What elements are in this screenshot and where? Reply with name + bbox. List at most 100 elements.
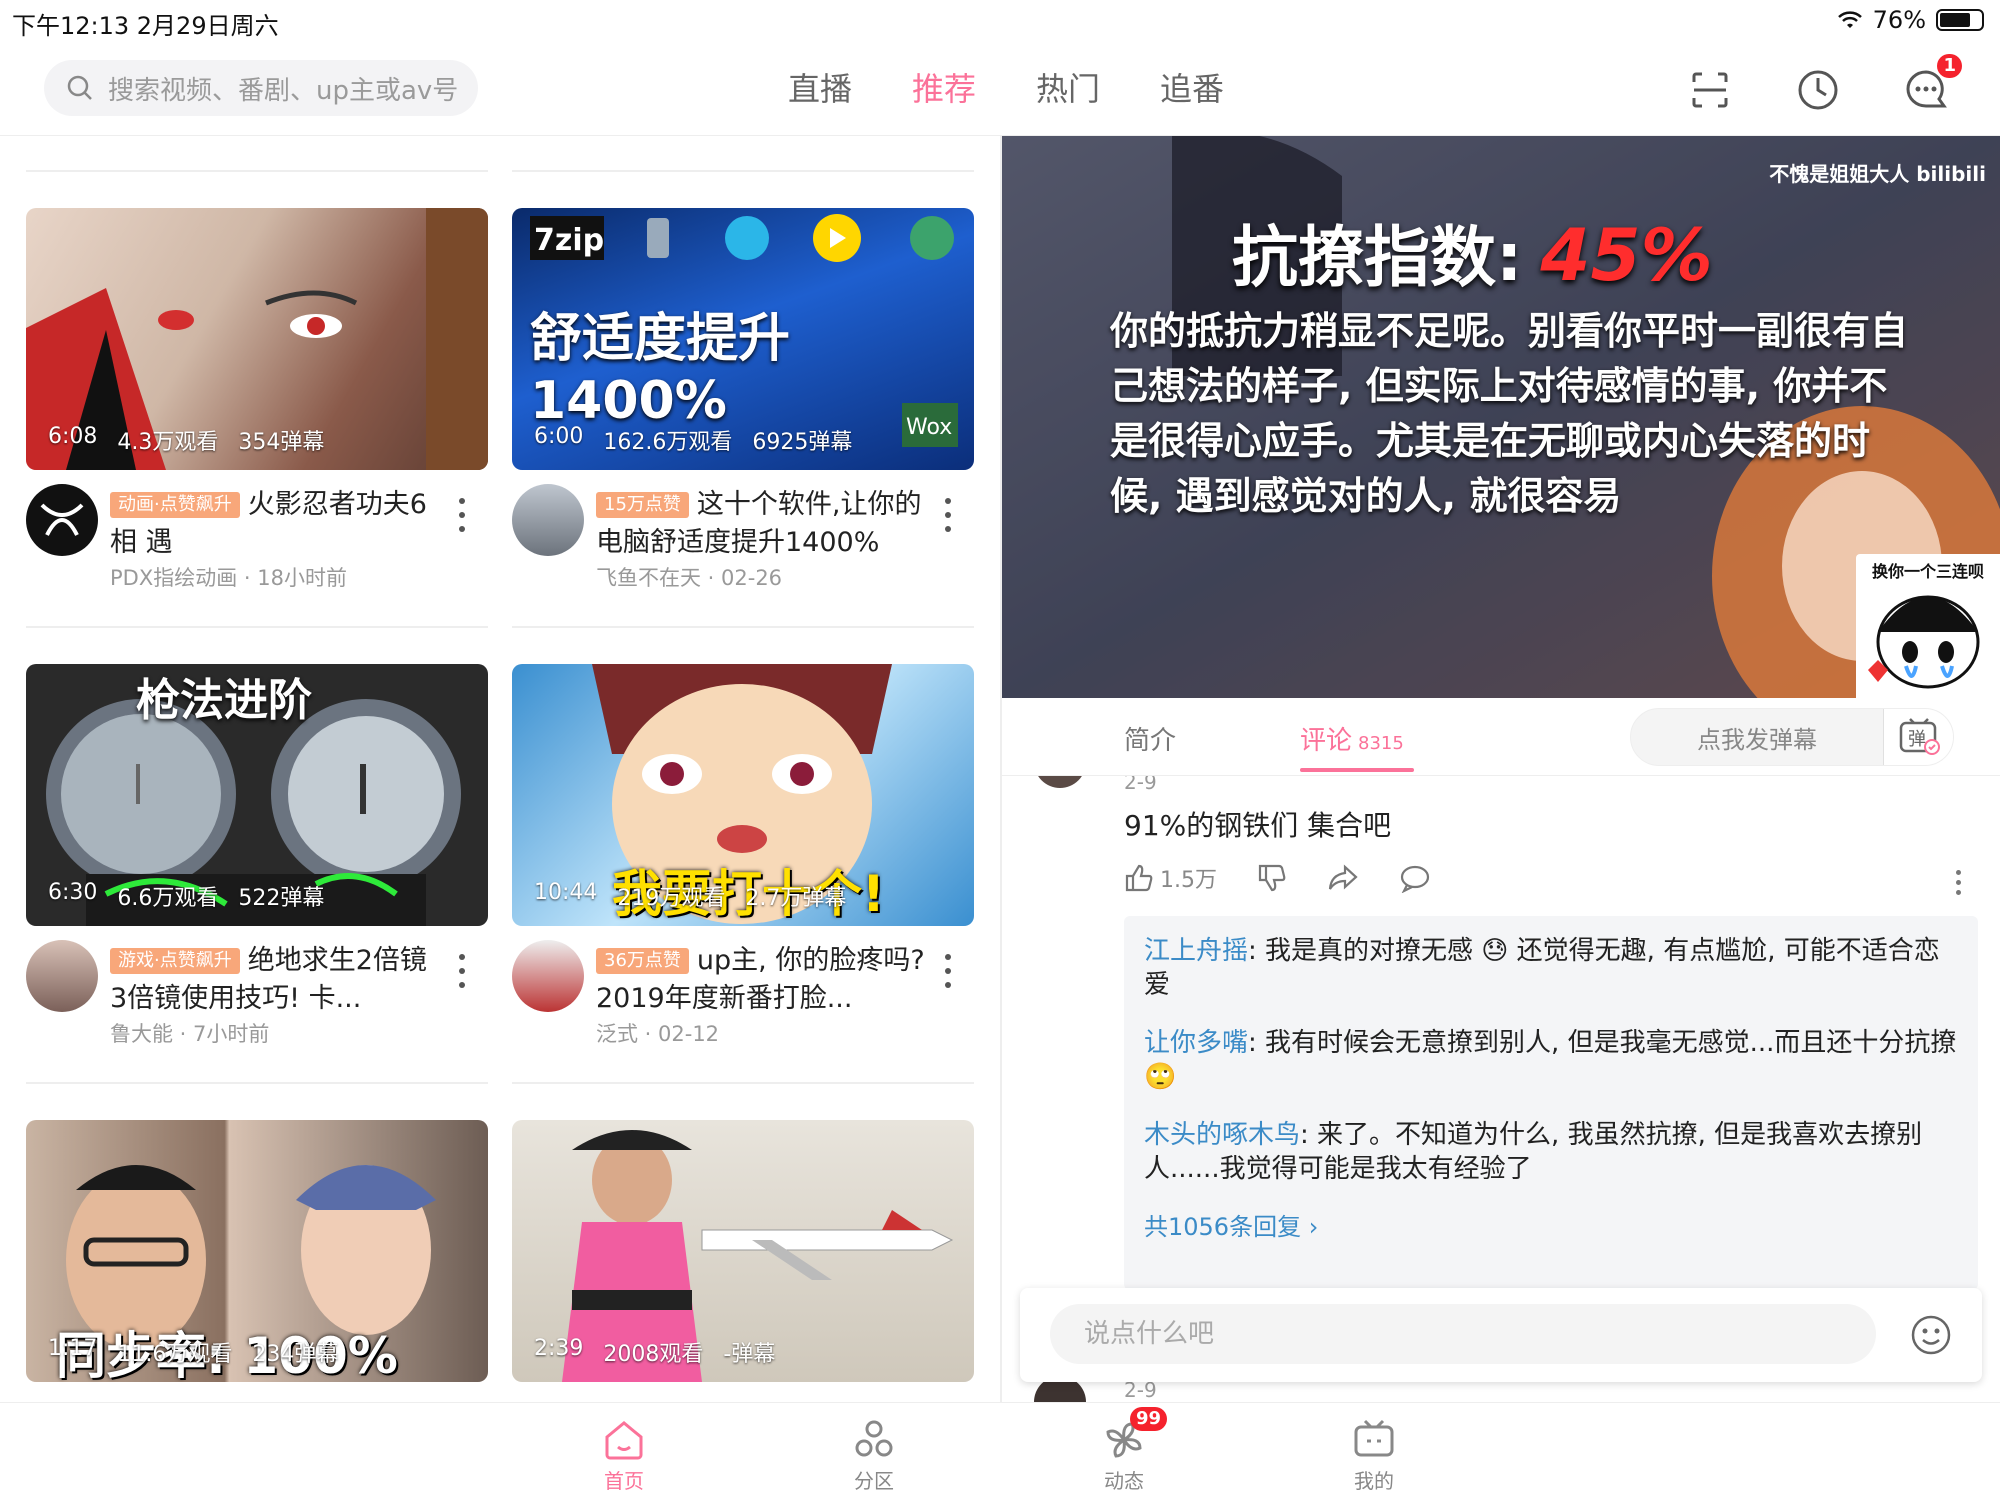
home-icon — [605, 1421, 643, 1460]
search-bar[interactable]: 搜索视频、番剧、up主或av号 — [44, 60, 478, 116]
danmaku-send-bar[interactable]: 点我发弹幕 弹 — [1630, 708, 1954, 766]
reply-author[interactable]: 让你多嘴 — [1144, 1028, 1248, 1058]
reply-text: : 我是真的对撩无感 😓 还觉得无趣, 有点尴尬, 可能不适合恋爱 — [1144, 936, 1940, 1000]
video-tag: 36万点赞 — [596, 948, 689, 974]
thumb-up-icon — [1125, 864, 1153, 892]
video-thumbnail[interactable]: 7zip Wox 舒适度提升1400% 6:00 162.6万观看 6925弹幕 — [512, 208, 974, 470]
comment-date: 2-9 — [1124, 776, 1157, 794]
nav-label: 动态 — [1104, 1469, 1144, 1493]
nav-label: 分区 — [854, 1469, 894, 1493]
svg-text:7zip: 7zip — [534, 223, 604, 258]
video-card[interactable]: 我要打十个! 10:44 219万观看 2.7万弹幕 36万点赞 up主, 你的脸疼吗… — [512, 664, 974, 1046]
like-count: 1.5万 — [1160, 868, 1217, 893]
video-thumbnail[interactable]: 我要打十个! 10:44 219万观看 2.7万弹幕 — [512, 664, 974, 926]
more-options-icon[interactable] — [944, 498, 952, 532]
video-card[interactable]: 7zip Wox 舒适度提升1400% 6:00 162.6万观看 6925弹幕 15… — [512, 208, 974, 590]
video-author[interactable]: PDX指绘动画 · 18小时前 — [110, 562, 347, 592]
avatar[interactable] — [26, 484, 98, 556]
comment-more-icon[interactable] — [1956, 870, 1962, 895]
reply-preview[interactable]: 江上舟摇: 我是真的对撩无感 😓 还觉得无趣, 有点尴尬, 可能不适合恋爱 让你… — [1124, 916, 1978, 1290]
video-title[interactable]: 15万点赞 这十个软件,让你的电脑舒适度提升1400% — [596, 486, 936, 562]
thumb-headline: 舒适度提升1400% — [530, 309, 791, 431]
player-headline: 抗撩指数: 45% — [1232, 204, 1713, 300]
share-icon[interactable] — [1327, 863, 1359, 893]
nav-label: 首页 — [604, 1469, 644, 1493]
video-tag: 游戏·点赞飙升 — [110, 948, 240, 974]
avatar[interactable] — [26, 940, 98, 1012]
nav-category[interactable]: 分区 — [824, 1417, 924, 1494]
nav-activity[interactable]: 动态 99 — [1074, 1407, 1174, 1494]
danmaku-toggle-icon[interactable]: 弹 — [1883, 709, 1953, 765]
top-tabs: 直播 推荐 热门 追番 — [788, 64, 1224, 110]
video-thumbnail[interactable]: 枪法进阶 6:30 6.6万观看 522弹幕 — [26, 664, 488, 926]
video-author[interactable]: 飞鱼不在天 · 02-26 — [596, 562, 782, 592]
reply-author[interactable]: 江上舟摇 — [1144, 936, 1248, 966]
video-card[interactable]: 同步率: 100% 1:17 11.6万观看 234弹幕 — [26, 1120, 488, 1382]
category-icon — [855, 1420, 893, 1457]
player-percent: 45% — [1540, 213, 1713, 297]
video-author[interactable]: 泛式 · 02-12 — [596, 1018, 719, 1048]
comment-input-bar: 说点什么吧 — [1020, 1288, 1982, 1382]
sticker-text: 换你一个三连呗 — [1871, 562, 1984, 581]
comment-input[interactable]: 说点什么吧 — [1050, 1304, 1876, 1364]
video-tag: 15万点赞 — [596, 492, 689, 518]
video-thumbnail[interactable]: 2:39 2008观看 -弹幕 — [512, 1120, 974, 1382]
tab-live[interactable]: 直播 — [788, 64, 852, 110]
video-title[interactable]: 动画·点赞飙升 火影忍者功夫6 相 遇 — [110, 486, 450, 562]
video-player[interactable]: 不愧是姐姐大人 bilibili 抗撩指数: 45% 你的抵抗力稍显不足呢。别看… — [1002, 136, 2000, 698]
video-author[interactable]: 鲁大能 · 7小时前 — [110, 1018, 269, 1048]
reply-author[interactable]: 木头的啄木鸟 — [1144, 1120, 1300, 1150]
more-options-icon[interactable] — [944, 954, 952, 988]
activity-badge: 99 — [1130, 1407, 1168, 1431]
search-icon — [67, 75, 92, 100]
player-watermark: 不愧是姐姐大人 bilibili — [1769, 162, 1986, 186]
danmaku-placeholder: 点我发弹幕 — [1697, 725, 1817, 754]
video-card[interactable]: 6:08 4.3万观看 354弹幕 动画·点赞飙升 火影忍者功夫6 相 遇 PDX指绘… — [26, 208, 488, 590]
scan-icon[interactable] — [1680, 60, 1740, 120]
more-options-icon[interactable] — [458, 954, 466, 988]
comment-count: 8315 — [1358, 733, 1404, 754]
video-tag: 动画·点赞飙升 — [110, 492, 240, 518]
reply-item: 木头的啄木鸟: 来了。不知道为什么, 我虽然抗撩, 但是我喜欢去撩别人.....… — [1144, 1118, 1958, 1186]
status-time: 下午12:13 2月29日周六 — [12, 12, 279, 40]
nav-label: 我的 — [1354, 1469, 1394, 1493]
tab-recommend[interactable]: 推荐 — [912, 64, 976, 110]
history-icon[interactable] — [1788, 60, 1848, 120]
tab-comments[interactable]: 评论 8315 — [1300, 720, 1404, 757]
more-replies-link[interactable]: 共1056条回复 › — [1144, 1213, 1318, 1241]
top-header: 搜索视频、番剧、up主或av号 直播 推荐 热门 追番 1 — [0, 40, 2000, 136]
like-button[interactable]: 1.5万 — [1124, 862, 1217, 894]
player-body-text: 你的抵抗力稍显不足呢。别看你平时一副很有自己想法的样子, 但实际上对待感情的事,… — [1110, 309, 1909, 518]
nav-profile[interactable]: 我的 — [1324, 1417, 1424, 1494]
video-title[interactable]: 36万点赞 up主, 你的脸疼吗? 2019年度新番打脸... — [596, 942, 936, 1018]
avatar[interactable] — [512, 484, 584, 556]
avatar[interactable] — [512, 940, 584, 1012]
reply-icon[interactable] — [1399, 863, 1431, 893]
sticker: 换你一个三连呗 — [1856, 554, 2000, 698]
video-thumbnail[interactable]: 6:08 4.3万观看 354弹幕 — [26, 208, 488, 470]
tab-bangumi[interactable]: 追番 — [1160, 64, 1224, 110]
video-stats: 6:00 162.6万观看 6925弹幕 — [534, 424, 853, 455]
video-stats: 6:08 4.3万观看 354弹幕 — [48, 424, 325, 455]
nav-home[interactable]: 首页 — [574, 1417, 674, 1494]
thumb-headline: 枪法进阶 — [136, 675, 312, 726]
video-stats: 1:17 11.6万观看 234弹幕 — [48, 1336, 339, 1367]
status-right: 76% — [1837, 6, 1984, 34]
video-title[interactable]: 游戏·点赞飙升 绝地求生2倍镜 3倍镜使用技巧! 卡... — [110, 942, 450, 1018]
danmaku-icon-glyph: 弹 — [1908, 729, 1926, 750]
video-thumbnail[interactable]: 同步率: 100% 1:17 11.6万观看 234弹幕 — [26, 1120, 488, 1382]
tab-intro[interactable]: 简介 — [1124, 720, 1176, 757]
tab-popular[interactable]: 热门 — [1036, 64, 1100, 110]
video-card[interactable]: 枪法进阶 6:30 6.6万观看 522弹幕 游戏·点赞飙升 绝地求生2倍镜 3倍镜使… — [26, 664, 488, 1046]
comment-avatar[interactable] — [1034, 776, 1086, 788]
tab-comments-label: 评论 — [1300, 726, 1353, 756]
message-icon[interactable]: 1 — [1896, 54, 1962, 120]
more-options-icon[interactable] — [458, 498, 466, 532]
emoji-icon[interactable] — [1910, 1314, 1952, 1356]
reply-text: : 我有时候会无意撩到别人, 但是我毫无感觉...而且还十分抗撩 🙄 — [1144, 1028, 1957, 1092]
video-card[interactable]: 2:39 2008观看 -弹幕 — [512, 1120, 974, 1382]
message-badge: 1 — [1937, 54, 1962, 78]
reply-item: 让你多嘴: 我有时候会无意撩到别人, 但是我毫无感觉...而且还十分抗撩 🙄 — [1144, 1026, 1958, 1094]
video-feed: 6:08 4.3万观看 354弹幕 动画·点赞飙升 火影忍者功夫6 相 遇 PDX指绘… — [0, 136, 1000, 1402]
thumb-down-icon[interactable] — [1257, 863, 1287, 893]
